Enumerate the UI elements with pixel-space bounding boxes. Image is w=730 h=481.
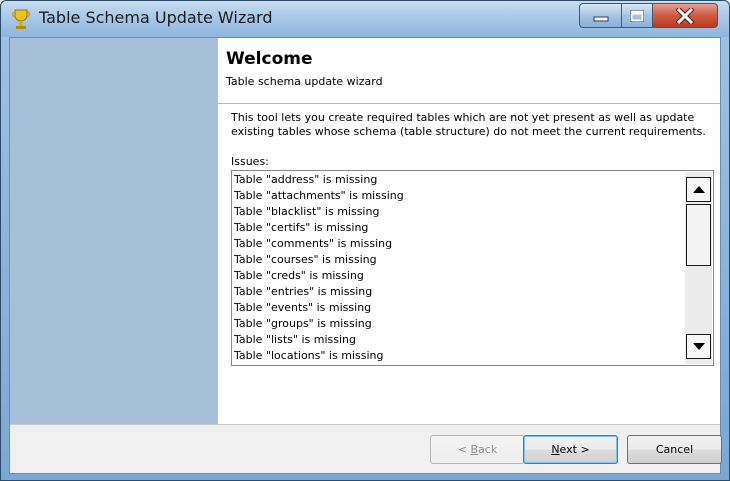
minimize-button[interactable] (579, 3, 622, 28)
list-item[interactable]: Table "creds" is missing (233, 268, 688, 284)
issues-list: Table "address" is missing Table "attach… (233, 172, 688, 364)
maximize-button[interactable] (621, 3, 653, 28)
close-button[interactable] (652, 3, 718, 28)
next-button[interactable]: Next > (523, 435, 618, 464)
next-button-accesskey: N (551, 443, 560, 456)
wizard-side-panel (10, 38, 218, 424)
wizard-content: Welcome Table schema update wizard This … (218, 38, 720, 424)
title-bar[interactable]: Table Schema Update Wizard (1, 1, 729, 37)
scroll-up-button[interactable] (686, 177, 711, 202)
list-item[interactable]: Table "events" is missing (233, 300, 688, 316)
back-button-accesskey: B (470, 443, 479, 456)
wizard-client-area: Welcome Table schema update wizard This … (9, 37, 722, 474)
scroll-down-button[interactable] (686, 334, 711, 359)
back-button[interactable]: < Back (430, 435, 525, 464)
list-item[interactable]: Table "attachments" is missing (233, 188, 688, 204)
vertical-scrollbar[interactable] (685, 172, 712, 364)
close-icon (676, 7, 694, 24)
back-button-prefix: < (457, 443, 471, 456)
list-item[interactable]: Table "groups" is missing (233, 316, 688, 332)
list-item[interactable]: Table "certifs" is missing (233, 220, 688, 236)
scroll-down-arrow-icon (692, 343, 705, 350)
list-item[interactable]: Table "address" is missing (233, 172, 688, 188)
list-item[interactable]: Table "courses" is missing (233, 252, 688, 268)
list-item[interactable]: Table "lists" is missing (233, 332, 688, 348)
scroll-up-arrow-icon (692, 186, 705, 193)
maximize-icon (630, 9, 644, 22)
list-item[interactable]: Table "entries" is missing (233, 284, 688, 300)
issues-label: Issues: (231, 155, 269, 168)
wizard-window: Table Schema Update Wizard Welcome Table… (0, 0, 730, 481)
list-item[interactable]: Table "blacklist" is missing (233, 204, 688, 220)
footer-divider (10, 424, 720, 425)
cancel-button-label: Cancel (655, 443, 694, 456)
list-item[interactable]: Table "comments" is missing (233, 236, 688, 252)
minimize-icon (593, 16, 608, 21)
header-divider (218, 103, 720, 104)
page-subtitle: Table schema update wizard (226, 75, 383, 88)
cancel-button[interactable]: Cancel (627, 435, 722, 464)
back-button-label: ack (478, 443, 498, 456)
window-title: Table Schema Update Wizard (39, 8, 273, 27)
list-item[interactable]: Table "locations" is missing (233, 348, 688, 364)
next-button-label: ext > (559, 443, 590, 456)
page-title: Welcome (226, 49, 313, 69)
issues-listbox[interactable]: Table "address" is missing Table "attach… (231, 170, 714, 366)
page-description: This tool lets you create required table… (231, 111, 706, 138)
trophy-icon (12, 9, 30, 29)
scrollbar-thumb[interactable] (686, 204, 711, 266)
